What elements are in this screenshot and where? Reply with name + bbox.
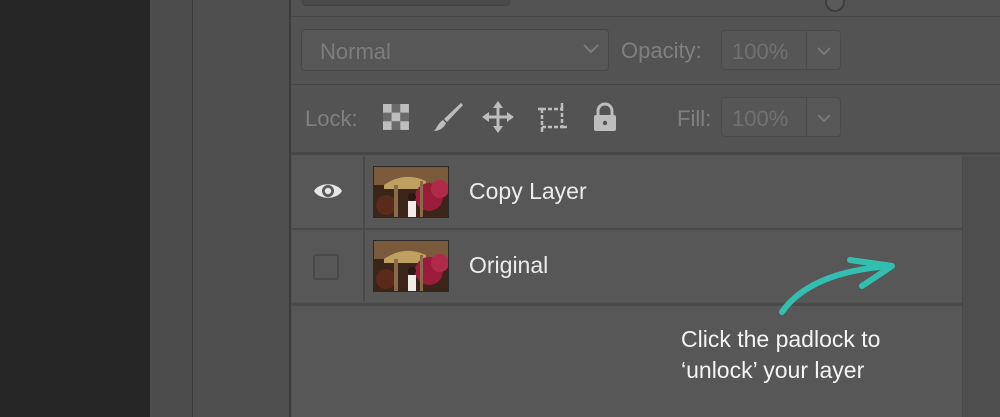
fill-dropdown-button[interactable] bbox=[807, 97, 841, 137]
annotation-arrow-icon bbox=[779, 257, 895, 315]
chevron-down-icon bbox=[817, 47, 831, 56]
panel-gutter bbox=[193, 0, 291, 417]
layer-thumbnail bbox=[373, 166, 449, 218]
scrollbar[interactable] bbox=[962, 156, 1000, 417]
chevron-down-icon bbox=[583, 44, 599, 54]
lock-label: Lock: bbox=[305, 106, 358, 131]
divider bbox=[291, 16, 1000, 17]
annotation-caption: Click the padlock to ‘unlock’ your layer bbox=[681, 326, 881, 383]
visibility-checkbox[interactable] bbox=[313, 254, 339, 280]
lock-transparent-pixels-icon[interactable] bbox=[380, 101, 412, 133]
blend-mode-select[interactable]: Normal bbox=[301, 29, 609, 71]
opacity-dropdown-button[interactable] bbox=[807, 30, 841, 70]
eye-icon bbox=[314, 184, 342, 198]
side-strip bbox=[150, 0, 193, 417]
lock-all-icon[interactable] bbox=[589, 101, 621, 133]
canvas-background bbox=[0, 0, 150, 417]
visibility-toggle[interactable] bbox=[292, 230, 365, 302]
layer-thumbnail bbox=[373, 240, 449, 292]
opacity-field[interactable]: 100% bbox=[721, 30, 807, 70]
lock-position-icon[interactable] bbox=[482, 101, 514, 133]
visibility-toggle[interactable] bbox=[292, 156, 365, 228]
chevron-down-icon bbox=[817, 114, 831, 123]
lock-image-pixels-icon[interactable] bbox=[432, 101, 464, 133]
blend-mode-value: Normal bbox=[320, 39, 391, 64]
layer-row[interactable]: Copy Layer bbox=[292, 156, 962, 228]
divider bbox=[291, 84, 1000, 85]
layer-name[interactable]: Original bbox=[469, 252, 548, 279]
fill-label: Fill: bbox=[677, 106, 712, 131]
layer-name[interactable]: Copy Layer bbox=[469, 178, 587, 205]
divider bbox=[291, 152, 1000, 155]
opacity-label: Opacity: bbox=[621, 38, 702, 63]
fill-field[interactable]: 100% bbox=[721, 97, 807, 137]
filter-field[interactable] bbox=[302, 0, 510, 6]
lock-artboard-icon[interactable] bbox=[536, 101, 568, 133]
